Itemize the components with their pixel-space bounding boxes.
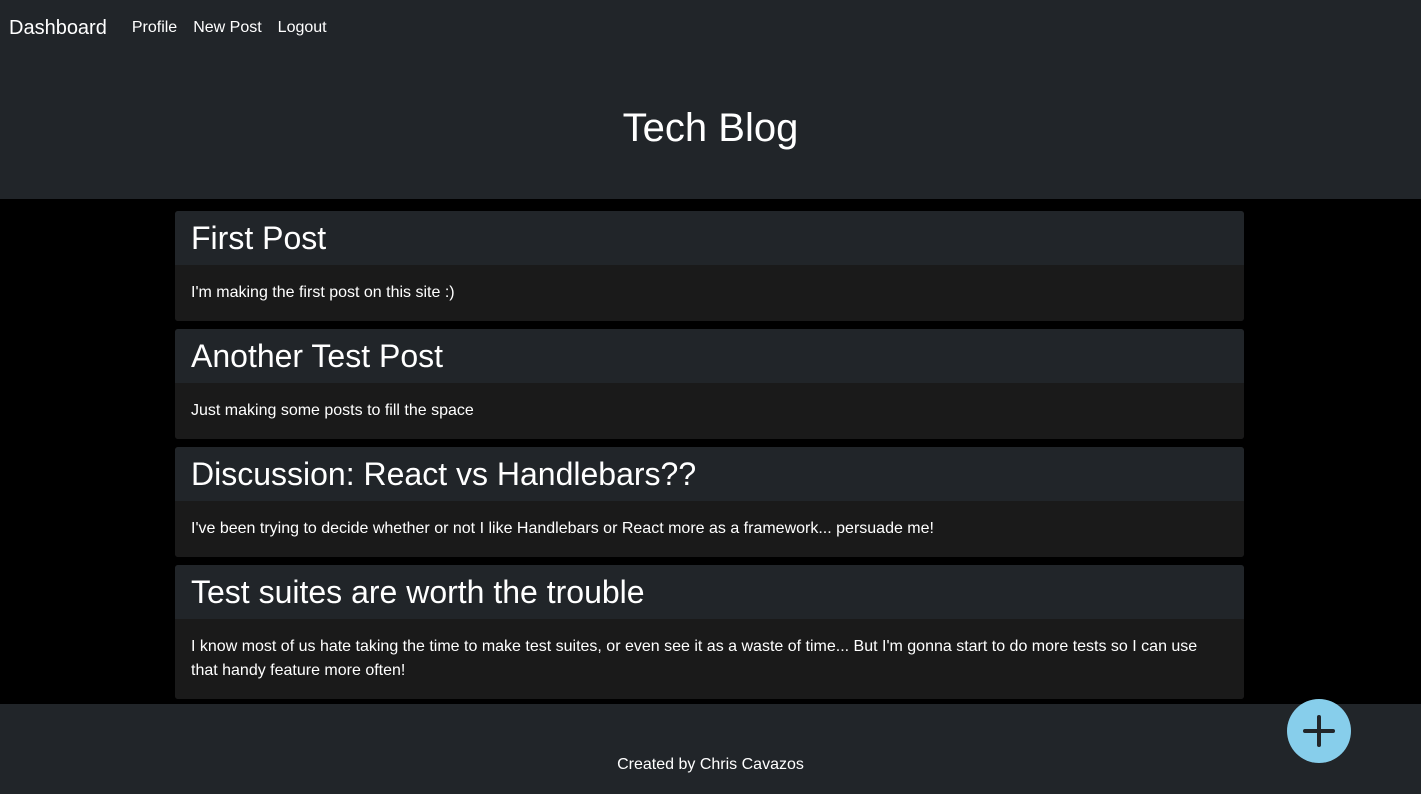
page-title: Tech Blog [622, 106, 799, 150]
nav-link-profile[interactable]: Profile [132, 19, 177, 37]
brand-link-dashboard[interactable]: Dashboard [9, 17, 107, 40]
nav-link-new-post[interactable]: New Post [193, 19, 261, 37]
navbar: Dashboard Profile New Post Logout [0, 0, 343, 56]
post-card: Another Test Post Just making some posts… [175, 329, 1244, 439]
post-title[interactable]: First Post [175, 211, 1244, 265]
post-title[interactable]: Discussion: React vs Handlebars?? [175, 447, 1244, 501]
post-body: I'm making the first post on this site :… [175, 265, 1244, 321]
footer [0, 704, 1421, 794]
nav-link-logout[interactable]: Logout [278, 19, 327, 37]
nav-links: Profile New Post Logout [132, 19, 343, 37]
post-card: First Post I'm making the first post on … [175, 211, 1244, 321]
post-list: First Post I'm making the first post on … [175, 211, 1244, 707]
header-bar: Dashboard Profile New Post Logout Tech B… [0, 0, 1421, 199]
post-card: Discussion: React vs Handlebars?? I've b… [175, 447, 1244, 557]
post-title[interactable]: Test suites are worth the trouble [175, 565, 1244, 619]
post-body: Just making some posts to fill the space [175, 383, 1244, 439]
post-body: I've been trying to decide whether or no… [175, 501, 1244, 557]
post-body: I know most of us hate taking the time t… [175, 619, 1244, 699]
add-post-button[interactable] [1287, 699, 1351, 763]
post-card: Test suites are worth the trouble I know… [175, 565, 1244, 699]
post-title[interactable]: Another Test Post [175, 329, 1244, 383]
footer-credit: Created by Chris Cavazos [617, 756, 804, 773]
plus-icon [1303, 715, 1335, 747]
